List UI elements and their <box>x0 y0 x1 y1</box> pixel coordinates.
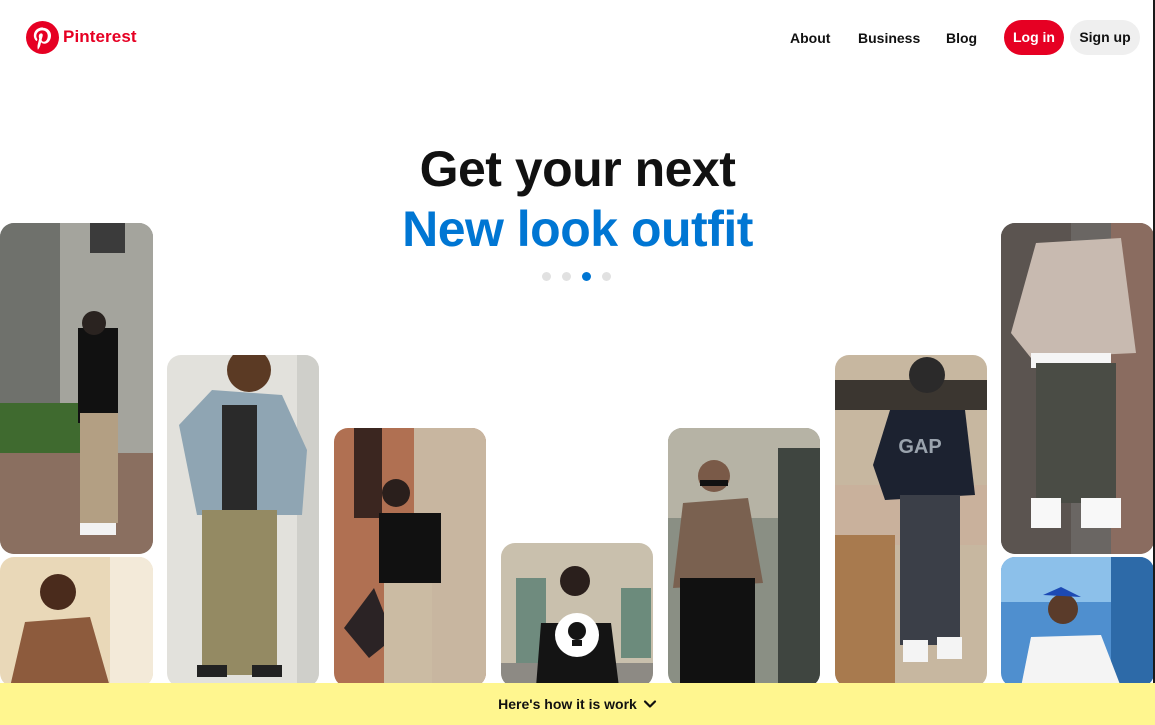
how-it-works-bar[interactable]: Here's how it is work <box>0 683 1155 725</box>
pinterest-logo[interactable]: Pinterest <box>26 20 137 54</box>
pin-image[interactable] <box>1001 223 1154 554</box>
carousel-dots <box>542 272 611 281</box>
pinterest-logo-icon <box>26 20 59 54</box>
pin-image[interactable] <box>668 428 820 687</box>
carousel-dot-active[interactable] <box>582 272 591 281</box>
how-it-works-label: Here's how it is work <box>498 696 637 712</box>
chevron-down-icon <box>643 700 656 708</box>
carousel-dot[interactable] <box>562 272 571 281</box>
pin-image[interactable] <box>167 355 319 687</box>
carousel-dot[interactable] <box>542 272 551 281</box>
hero-title: Get your next <box>419 141 736 197</box>
nav-about[interactable]: About <box>790 20 830 56</box>
hero-subtitle: New look outfit <box>402 201 753 257</box>
pin-image[interactable] <box>1001 557 1154 687</box>
how-it-works-content[interactable]: Here's how it is work <box>0 683 1155 725</box>
pin-image[interactable]: GAP <box>835 355 987 687</box>
login-button[interactable]: Log in <box>1004 20 1064 55</box>
pin-image[interactable] <box>0 223 153 554</box>
nav-blog[interactable]: Blog <box>946 20 977 56</box>
brand-name: Pinterest <box>63 27 137 46</box>
carousel-dot[interactable] <box>602 272 611 281</box>
svg-text:GAP: GAP <box>898 436 941 458</box>
nav-business[interactable]: Business <box>858 20 920 56</box>
signup-button[interactable]: Sign up <box>1070 20 1140 55</box>
pin-image[interactable] <box>0 557 153 687</box>
pin-image[interactable] <box>501 543 653 687</box>
pin-image[interactable] <box>334 428 486 687</box>
header: Pinterest About Business Blog Log in Sig… <box>0 0 1155 75</box>
